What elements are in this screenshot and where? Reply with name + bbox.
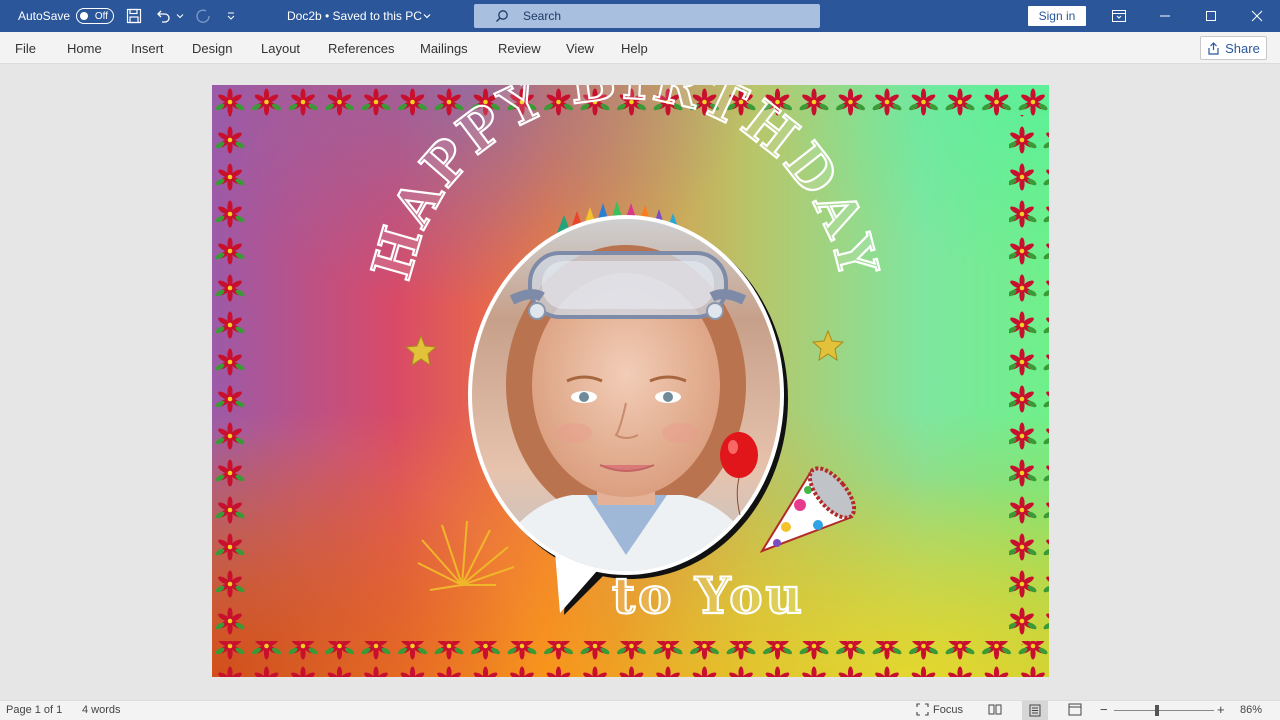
- web-layout-button[interactable]: [1068, 703, 1082, 719]
- title-dropdown[interactable]: [423, 0, 431, 32]
- portrait-photo: [472, 219, 780, 571]
- maximize-icon: [1206, 11, 1216, 21]
- minimize-icon: [1160, 15, 1170, 17]
- focus-label: Focus: [933, 703, 963, 716]
- ribbon-tabs: File Home Insert Design Layout Reference…: [0, 32, 1280, 64]
- document-title[interactable]: Doc2b • Saved to this PC: [287, 0, 422, 32]
- zoom-out-button[interactable]: −: [1100, 702, 1108, 717]
- read-mode-icon: [988, 704, 1002, 715]
- read-mode-button[interactable]: [988, 703, 1002, 719]
- autosave-label: AutoSave: [18, 9, 71, 23]
- sign-in-button[interactable]: Sign in: [1028, 6, 1086, 26]
- chevron-down-icon: [423, 14, 431, 19]
- tab-references[interactable]: References: [328, 41, 394, 56]
- fireworks-decoration: [417, 520, 515, 591]
- search-placeholder: Search: [523, 9, 562, 23]
- tab-review[interactable]: Review: [498, 41, 541, 56]
- customize-icon: [227, 12, 235, 20]
- tab-layout[interactable]: Layout: [261, 41, 300, 56]
- card-artwork: HAPPY BIRTHDAY: [212, 85, 1049, 677]
- search-box[interactable]: Search: [474, 4, 820, 28]
- document-page[interactable]: HAPPY BIRTHDAY: [212, 85, 1049, 677]
- print-layout-icon: [1029, 704, 1041, 717]
- ribbon-display-button[interactable]: [1112, 0, 1126, 32]
- tab-design[interactable]: Design: [192, 41, 232, 56]
- tagline-text: to You: [612, 566, 805, 625]
- save-icon: [126, 8, 142, 24]
- focus-icon: [916, 703, 929, 716]
- word-count[interactable]: 4 words: [82, 704, 121, 716]
- tab-insert[interactable]: Insert: [131, 41, 164, 56]
- customize-qat-button[interactable]: [226, 0, 236, 32]
- minimize-button[interactable]: [1159, 0, 1171, 32]
- status-bar: Page 1 of 1 4 words Focus − + 86%: [0, 700, 1280, 720]
- undo-icon: [157, 10, 170, 23]
- star-decoration-left: [404, 334, 438, 367]
- zoom-slider[interactable]: [1114, 710, 1214, 711]
- party-horn-decoration: [759, 466, 857, 553]
- autosave-toggle[interactable]: Off: [76, 0, 114, 32]
- page-count[interactable]: Page 1 of 1: [6, 704, 62, 716]
- zoom-level[interactable]: 86%: [1240, 704, 1262, 716]
- share-button[interactable]: Share: [1200, 36, 1267, 60]
- tab-file[interactable]: File: [15, 41, 36, 56]
- tab-help[interactable]: Help: [621, 41, 648, 56]
- web-layout-icon: [1068, 703, 1082, 716]
- undo-dropdown[interactable]: [176, 0, 184, 32]
- undo-button[interactable]: [155, 0, 171, 32]
- print-layout-button[interactable]: [1022, 701, 1048, 720]
- zoom-in-button[interactable]: +: [1217, 702, 1225, 717]
- redo-button[interactable]: [194, 0, 212, 32]
- close-icon: [1251, 10, 1263, 22]
- tab-home[interactable]: Home: [67, 41, 102, 56]
- save-button[interactable]: [126, 0, 142, 32]
- star-decoration-right: [811, 329, 845, 362]
- share-label: Share: [1225, 40, 1260, 56]
- chevron-down-icon: [176, 14, 184, 19]
- autosave-state: Off: [94, 10, 108, 22]
- share-icon: [1208, 41, 1219, 55]
- close-button[interactable]: [1251, 0, 1263, 32]
- tab-view[interactable]: View: [566, 41, 594, 56]
- tab-mailings[interactable]: Mailings: [420, 41, 468, 56]
- redo-icon: [196, 9, 210, 23]
- ribbon-display-icon: [1112, 10, 1126, 22]
- title-bar: AutoSave Off Doc2b • Saved to this PC Se…: [0, 0, 1280, 32]
- search-icon: [496, 10, 508, 22]
- focus-button[interactable]: Focus: [916, 703, 963, 716]
- maximize-button[interactable]: [1205, 0, 1217, 32]
- zoom-slider-thumb[interactable]: [1155, 705, 1159, 716]
